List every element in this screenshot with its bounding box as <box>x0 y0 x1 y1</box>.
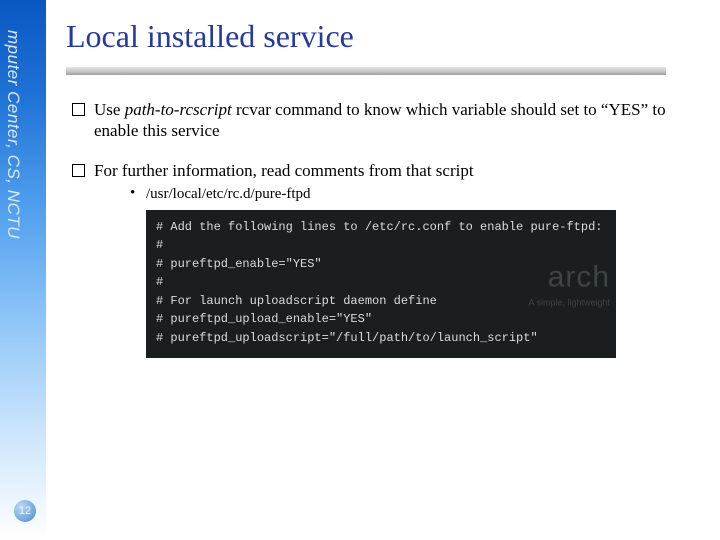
title-underline <box>66 67 666 75</box>
bullet-2a-text: /usr/local/etc/rc.d/pure-ftpd <box>146 186 311 202</box>
slide-title: Local installed service <box>66 18 710 55</box>
bullet-item-1: Use path-to-rcscript rcvar command to kn… <box>66 99 666 142</box>
bullet-item-2: For further information, read comments f… <box>66 160 666 358</box>
bullet-2-text: For further information, read comments f… <box>94 161 474 180</box>
bullet-item-2a: /usr/local/etc/rc.d/pure-ftpd <box>94 185 666 204</box>
page-number-badge: 12 <box>14 500 36 522</box>
sidebar: mputer Center, CS, NCTU 12 <box>0 0 46 540</box>
terminal-snippet: # Add the following lines to /etc/rc.con… <box>146 210 616 358</box>
terminal-lines: # Add the following lines to /etc/rc.con… <box>156 218 606 348</box>
content-area: Local installed service Use path-to-rcsc… <box>66 0 710 376</box>
sidebar-label: mputer Center, CS, NCTU <box>3 30 23 239</box>
bullet-list: Use path-to-rcscript rcvar command to kn… <box>66 99 710 358</box>
slide: mputer Center, CS, NCTU 12 Local install… <box>0 0 720 540</box>
bullet-1-italic: path-to-rcscript <box>125 100 232 119</box>
bullet-1-pre: Use <box>94 100 125 119</box>
